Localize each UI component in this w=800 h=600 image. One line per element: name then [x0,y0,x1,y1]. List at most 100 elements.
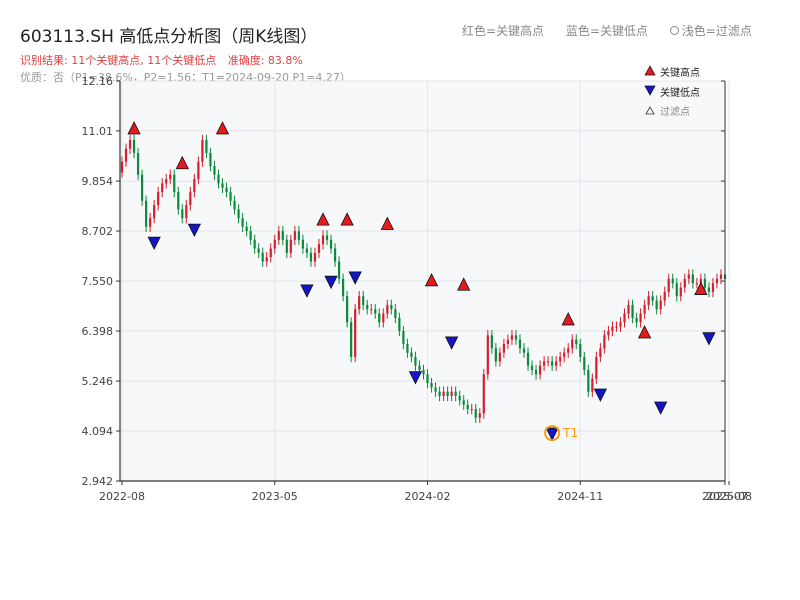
candle-body [575,339,578,344]
candle-body [128,140,132,149]
candle-body [442,391,445,397]
candle-body [169,174,172,180]
candle-body [655,300,658,310]
candle-body [426,374,429,384]
candle-body [514,335,518,340]
candle-body [486,335,489,375]
candle-body [265,257,268,262]
candle-body [462,400,465,405]
candle-body [667,278,670,292]
candle-body [659,300,662,310]
candle-body [703,278,707,288]
candle-body [390,304,393,310]
t1-label: T1 [562,426,578,440]
candle-body [619,322,622,327]
candle-body [313,252,317,262]
x-tick-label: 2024-02 [405,490,451,503]
x-tick-label: 2022-08 [99,490,145,503]
y-tick-label: 9.854 [82,175,114,188]
candle-body [237,209,240,219]
candle-body [321,235,325,245]
candle-body [470,409,473,411]
candle-body [161,183,164,193]
candle-body [136,153,140,175]
candle-body [639,313,642,323]
candle-body [559,356,562,362]
candle-body [579,343,582,357]
candle-body [595,356,598,379]
candle-body [221,183,224,188]
candle-body [173,174,176,193]
candle-body [422,369,425,375]
candle-body [341,278,345,297]
candle-body [687,274,690,279]
candle-body [438,391,441,397]
candle-body [567,348,570,353]
candle-body [434,387,437,392]
y-tick-label: 7.550 [82,275,114,288]
candle-body [410,352,413,357]
candle-body [225,187,228,193]
candle-body [482,374,485,414]
candle-body [707,287,711,292]
candle-body [454,391,457,397]
legend-high-label: 关键高点 [660,66,700,79]
candle-body [269,248,272,258]
candle-body [719,274,723,279]
candle-body [217,174,220,184]
candle-body [297,231,300,240]
candle-body [530,365,534,370]
candle-body [534,369,538,375]
candle-body [715,278,719,284]
candle-body [201,140,204,162]
candle-body [378,313,381,323]
candle-body [643,304,646,314]
candle-body [140,174,144,201]
candle-body [261,252,264,262]
candle-body [177,192,180,210]
candle-body [209,153,212,167]
candle-body [285,239,288,253]
candle-body [498,352,501,362]
candle-body [563,352,566,357]
candle-body [229,192,232,201]
candle-body [386,304,389,314]
candle-body [647,296,650,305]
candle-body [414,356,417,366]
candle-body [591,378,594,392]
candle-body [418,365,421,370]
candle-body [510,335,514,340]
candle-body [325,235,329,240]
candle-body [603,335,606,349]
candle-body [607,330,610,336]
candle-body [333,248,337,262]
candle-body [551,361,554,366]
candle-body [695,283,698,285]
candle-body [502,343,506,353]
legend-filtered-label: 过滤点 [660,105,690,118]
candle-body [293,231,296,240]
candle-body [398,317,401,331]
candle-body [627,304,630,314]
candle-body [241,218,244,227]
candle-body [145,200,148,227]
x-tick-label: 2023-05 [252,490,298,503]
candle-body [402,330,405,344]
candle-body [309,252,313,262]
candle-body [185,205,188,219]
candle-body [193,179,196,193]
candle-body [277,231,280,240]
candle-body [623,313,626,323]
candle-body [663,291,666,301]
candle-body [679,287,682,297]
candle-body [506,339,510,344]
candle-body [382,313,385,323]
candle-body [249,231,252,240]
candle-body [157,192,160,206]
candle-body [289,239,292,253]
candle-body [522,348,526,353]
candle-body [281,231,284,240]
candle-body [518,339,522,349]
candle-body [358,296,361,310]
candle-body [651,296,654,301]
